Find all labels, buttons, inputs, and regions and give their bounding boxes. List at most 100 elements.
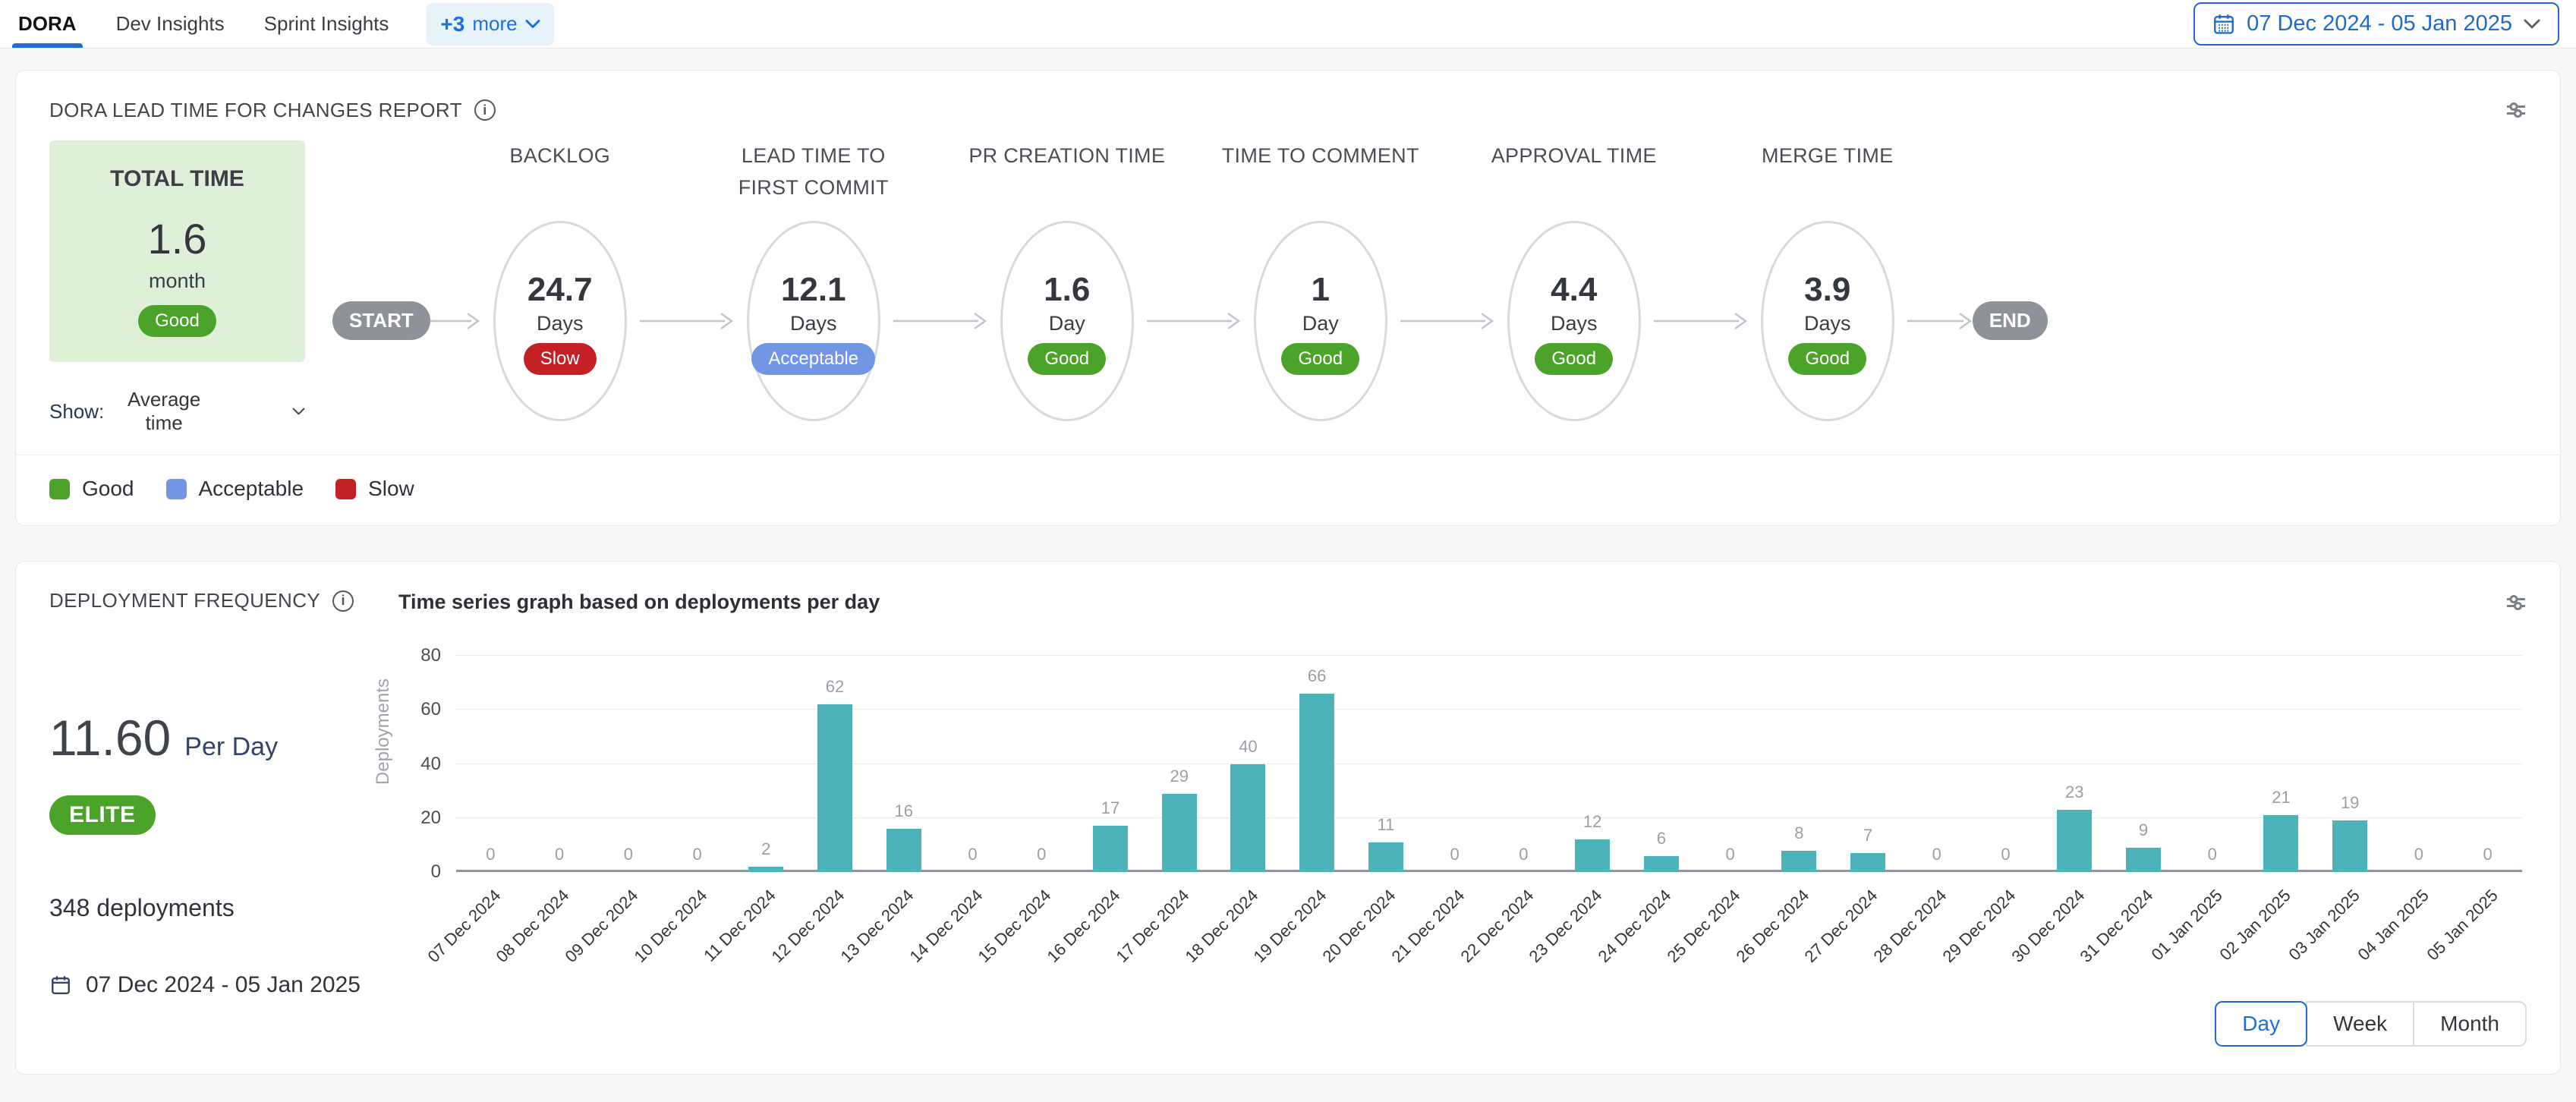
bar-slot: 727 Dec 2024 xyxy=(1834,656,1903,872)
show-mode-value: Average time xyxy=(119,388,209,435)
bar-slot: 826 Dec 2024 xyxy=(1765,656,1834,872)
flow-stage: APPROVAL TIME4.4DaysGood xyxy=(1494,140,1654,421)
granularity-day-button[interactable]: Day xyxy=(2215,1001,2307,1047)
flow-end-pill: END xyxy=(1973,301,2048,340)
show-label: Show: xyxy=(49,400,104,423)
bar-slot: 029 Dec 2024 xyxy=(1971,656,2040,872)
legend-item: Good xyxy=(49,477,134,501)
stats-date-label: 07 Dec 2024 - 05 Jan 2025 xyxy=(86,972,361,998)
stage-unit: Day xyxy=(1049,312,1085,335)
deployment-bar xyxy=(748,867,783,872)
dashboard-body: DORA LEAD TIME FOR CHANGES REPORT TOTAL … xyxy=(0,49,2576,1093)
bar-value-label: 0 xyxy=(968,845,977,864)
bar-value-label: 40 xyxy=(1239,737,1257,757)
legend-label: Slow xyxy=(368,477,414,501)
deployment-bar xyxy=(1644,856,1679,872)
bar-chart-plot: 020406080007 Dec 2024008 Dec 2024009 Dec… xyxy=(456,656,2522,872)
stats-date-range: 07 Dec 2024 - 05 Jan 2025 xyxy=(49,972,368,998)
bar-value-label: 19 xyxy=(2341,793,2359,813)
bar-value-label: 8 xyxy=(1794,823,1803,843)
bar-slot: 001 Jan 2025 xyxy=(2178,656,2247,872)
bar-slot: 2330 Dec 2024 xyxy=(2040,656,2109,872)
chevron-down-icon xyxy=(525,19,540,29)
info-icon[interactable] xyxy=(474,99,496,121)
flow-arrow-icon xyxy=(1400,310,1494,332)
deployment-count: 348 deployments xyxy=(49,894,368,922)
flow-arrow-icon xyxy=(1147,310,1241,332)
bar-value-label: 0 xyxy=(486,845,495,864)
chart-settings-button[interactable] xyxy=(2502,589,2530,616)
deployment-bar xyxy=(1781,851,1816,873)
bar-value-label: 0 xyxy=(1932,845,1941,864)
bar-slots: 007 Dec 2024008 Dec 2024009 Dec 2024010 … xyxy=(456,656,2522,872)
flow-stage: TIME TO COMMENT1DayGood xyxy=(1241,140,1400,421)
flow-stage: MERGE TIME3.9DaysGood xyxy=(1748,140,1907,421)
stage-node: 4.4DaysGood xyxy=(1507,221,1641,421)
legend-swatch xyxy=(166,479,187,499)
bar-slot: 025 Dec 2024 xyxy=(1696,656,1765,872)
chevron-down-icon xyxy=(2523,18,2541,30)
chart-subtitle: Time series graph based on deployments p… xyxy=(398,589,880,614)
chart-settings-button[interactable] xyxy=(2502,96,2530,124)
bar-value-label: 0 xyxy=(555,845,564,864)
calendar-icon xyxy=(2212,12,2236,36)
bar-value-label: 0 xyxy=(2208,845,2217,864)
deployment-bar xyxy=(2263,815,2298,872)
bar-value-label: 0 xyxy=(1725,845,1734,864)
status-badge: Slow xyxy=(524,343,597,375)
lead-time-title-text: DORA LEAD TIME FOR CHANGES REPORT xyxy=(49,99,462,122)
bar-value-label: 0 xyxy=(1450,845,1460,864)
flow-stage: LEAD TIME TO FIRST COMMIT12.1DaysAccepta… xyxy=(734,140,893,421)
flow-stage: PR CREATION TIME1.6DayGood xyxy=(987,140,1147,421)
deployment-rate-value: 11.60 xyxy=(49,709,171,767)
bar-value-label: 0 xyxy=(1037,845,1046,864)
more-tabs-button[interactable]: +3 more xyxy=(427,3,553,46)
bar-value-label: 6 xyxy=(1657,829,1666,849)
flow-arrow-icon xyxy=(893,310,987,332)
bar-value-label: 0 xyxy=(1519,845,1528,864)
show-mode-dropdown[interactable]: Average time xyxy=(119,388,305,435)
tab-sprint-insights[interactable]: Sprint Insights xyxy=(263,0,391,48)
bar-value-label: 9 xyxy=(2139,820,2148,840)
bar-slot: 004 Jan 2025 xyxy=(2385,656,2454,872)
status-badge: Good xyxy=(1535,343,1613,375)
bar-slot: 1613 Dec 2024 xyxy=(869,656,938,872)
deployment-bar xyxy=(1230,764,1265,873)
bar-slot: 2917 Dec 2024 xyxy=(1145,656,1214,872)
tab-dora[interactable]: DORA xyxy=(17,0,78,48)
stage-value: 3.9 xyxy=(1804,272,1850,308)
bar-value-label: 29 xyxy=(1170,767,1188,786)
deployment-bar xyxy=(1575,839,1610,872)
bar-slot: 014 Dec 2024 xyxy=(938,656,1007,872)
bar-value-label: 11 xyxy=(1377,815,1394,835)
total-time-title: TOTAL TIME xyxy=(110,166,244,192)
stage-value: 24.7 xyxy=(527,272,593,308)
stage-label: LEAD TIME TO FIRST COMMIT xyxy=(713,140,914,221)
deployment-bar xyxy=(886,829,921,872)
stage-node: 1DayGood xyxy=(1254,221,1387,421)
bar-slot: 010 Dec 2024 xyxy=(663,656,732,872)
flow-start-pill: START xyxy=(332,301,430,340)
stage-unit: Days xyxy=(537,312,584,335)
status-badge: Good xyxy=(1028,343,1106,375)
y-axis-tick: 40 xyxy=(420,754,441,775)
legend-item: Acceptable xyxy=(166,477,304,501)
status-badge: Good xyxy=(138,305,216,337)
legend-item: Slow xyxy=(335,477,414,501)
deployments-chart: Deployments 020406080007 Dec 2024008 Dec… xyxy=(368,621,2530,998)
deployment-bar xyxy=(1093,826,1128,872)
legend-swatch xyxy=(335,479,356,499)
lead-time-card: DORA LEAD TIME FOR CHANGES REPORT TOTAL … xyxy=(15,70,2561,526)
granularity-week-button[interactable]: Week xyxy=(2306,1001,2414,1047)
date-range-picker[interactable]: 07 Dec 2024 - 05 Jan 2025 xyxy=(2193,2,2559,46)
bar-value-label: 62 xyxy=(826,677,844,697)
bar-slot: 6619 Dec 2024 xyxy=(1283,656,1352,872)
info-icon[interactable] xyxy=(332,590,354,612)
granularity-month-button[interactable]: Month xyxy=(2413,1001,2527,1047)
tab-dev-insights[interactable]: Dev Insights xyxy=(115,0,226,48)
bar-slot: 931 Dec 2024 xyxy=(2109,656,2178,872)
date-range-label: 07 Dec 2024 - 05 Jan 2025 xyxy=(2247,11,2512,36)
y-axis-tick: 0 xyxy=(431,861,441,883)
bar-value-label: 21 xyxy=(2272,788,2290,808)
deployment-bar xyxy=(1299,694,1334,872)
